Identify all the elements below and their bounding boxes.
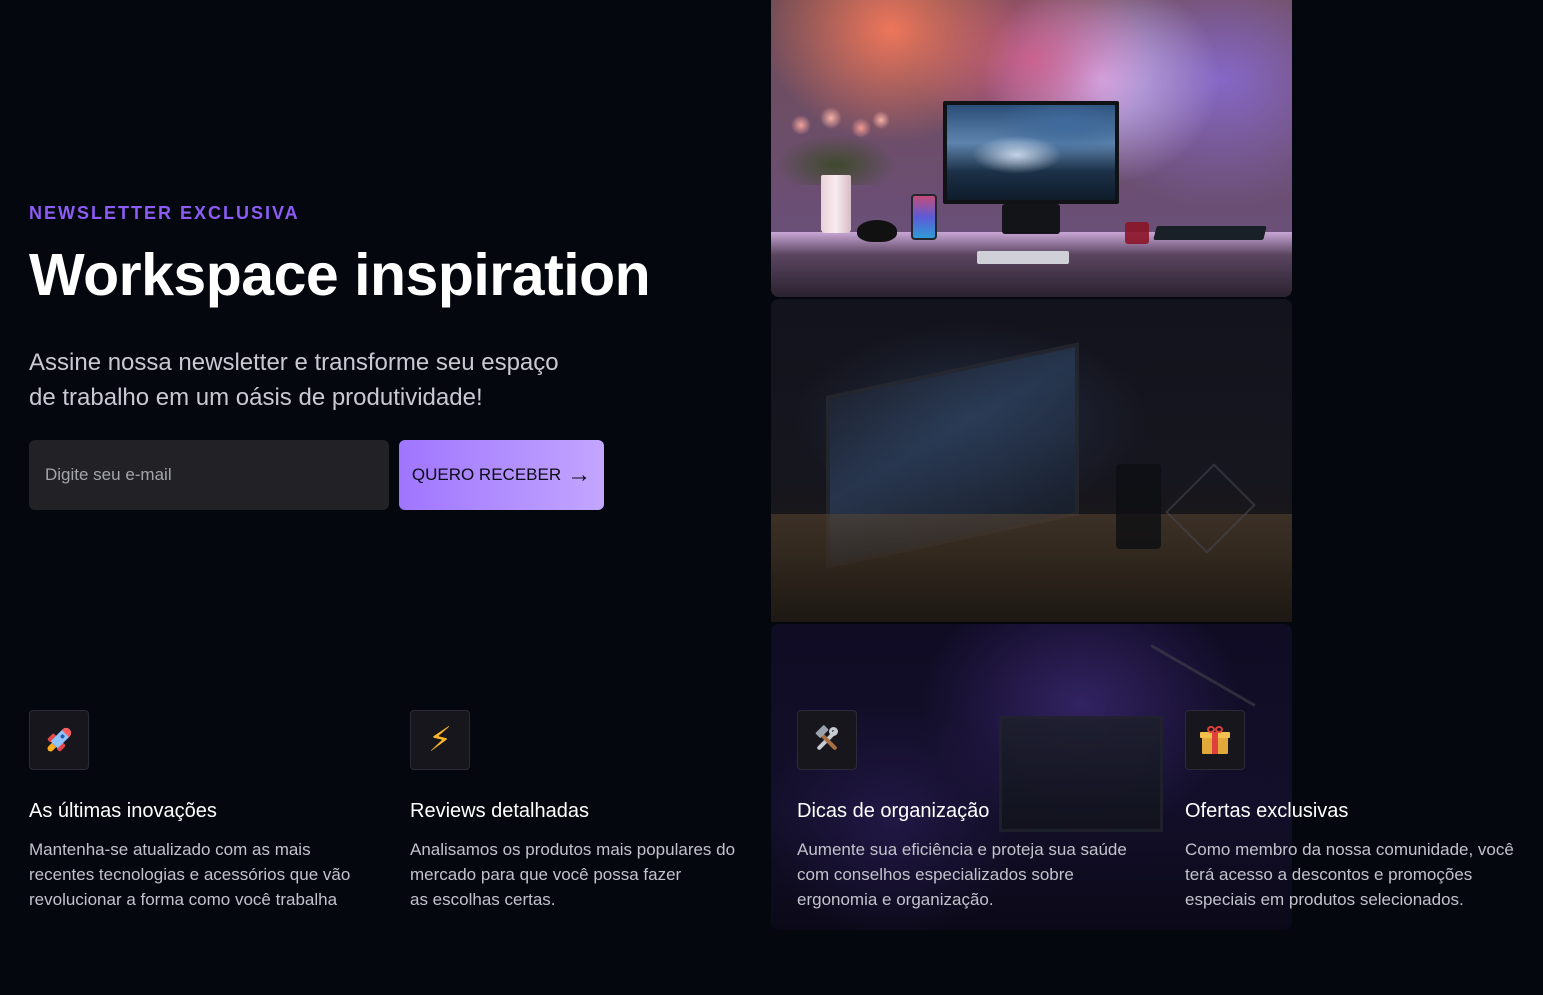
keyboard	[977, 251, 1069, 264]
feature-offers: Ofertas exclusivas Como membro da nossa …	[1185, 710, 1535, 912]
feature-desc-line: com conselhos especializados sobre	[797, 865, 1074, 884]
feature-desc-line: Aumente sua eficiência e proteja sua saú…	[797, 840, 1127, 859]
feature-desc-line: Analisamos os produtos mais populares do	[410, 840, 736, 859]
feature-description: Mantenha-se atualizado com as mais recen…	[29, 837, 379, 912]
desktop-monitor	[943, 101, 1119, 204]
workspace-photo-dark-desk	[771, 299, 1292, 622]
feature-title: Reviews detalhadas	[410, 800, 589, 822]
feature-title: Dicas de organização	[797, 800, 990, 822]
feature-organization: Dicas de organização Aumente sua eficiên…	[797, 710, 1147, 912]
tools-icon	[797, 710, 857, 770]
feature-description: Analisamos os produtos mais populares do…	[410, 837, 760, 912]
email-input[interactable]	[29, 440, 389, 510]
feature-title: Ofertas exclusivas	[1185, 800, 1349, 822]
feature-desc-line: mercado para que você possa fazer	[410, 865, 682, 884]
feature-desc-line: recentes tecnologias e acessórios que vã…	[29, 865, 351, 884]
arrow-right-icon: →	[567, 461, 592, 488]
feature-desc-line: revolucionar a forma como você trabalha	[29, 890, 338, 909]
tulips-bouquet	[771, 100, 906, 185]
feature-desc-line: Como membro da nossa comunidade, você	[1185, 840, 1514, 859]
newsletter-eyebrow: NEWSLETTER EXCLUSIVA	[29, 203, 300, 223]
feature-desc-line: as escolhas certas.	[410, 890, 556, 909]
feature-desc-line: ergonomia e organização.	[797, 890, 994, 909]
feature-description: Como membro da nossa comunidade, você te…	[1185, 837, 1535, 912]
workspace-photo-neon-desk	[771, 0, 1292, 297]
feature-description: Aumente sua eficiência e proteja sua saú…	[797, 837, 1147, 912]
rocket-icon	[29, 710, 89, 770]
feature-innovations: As últimas inovações Mantenha-se atualiz…	[29, 710, 379, 912]
lightning-icon: ⚡	[410, 710, 470, 770]
newsletter-page: NEWSLETTER EXCLUSIVA Workspace inspirati…	[0, 0, 1543, 995]
feature-desc-line: especiais em produtos selecionados.	[1185, 890, 1464, 909]
feature-desc-line: terá acesso a descontos e promoções	[1185, 865, 1473, 884]
page-subtitle: Assine nossa newsletter e transforme seu…	[29, 345, 609, 415]
speaker	[1116, 464, 1161, 549]
closed-laptop	[1153, 226, 1267, 240]
feature-reviews: ⚡ Reviews detalhadas Analisamos os produ…	[410, 710, 760, 912]
subtitle-line-2: de trabalho em um oásis de produtividade…	[29, 384, 483, 411]
page-title: Workspace inspiration	[29, 242, 651, 308]
gift-icon	[1185, 710, 1245, 770]
feature-title: As últimas inovações	[29, 800, 217, 822]
subscribe-button-label: QUERO RECEBER	[411, 465, 562, 484]
subscribe-button[interactable]: QUERO RECEBER →	[399, 440, 604, 510]
photo-desk-surface	[771, 232, 1292, 297]
flower-vase	[821, 175, 851, 233]
feature-desc-line: Mantenha-se atualizado com as mais	[29, 840, 311, 859]
monitor-stand	[1002, 204, 1060, 234]
headphones	[857, 220, 897, 242]
monitor-arm	[1150, 644, 1256, 707]
smartphone	[911, 194, 937, 240]
subtitle-line-1: Assine nossa newsletter e transforme seu…	[29, 349, 559, 376]
tea-mug	[1125, 222, 1149, 244]
